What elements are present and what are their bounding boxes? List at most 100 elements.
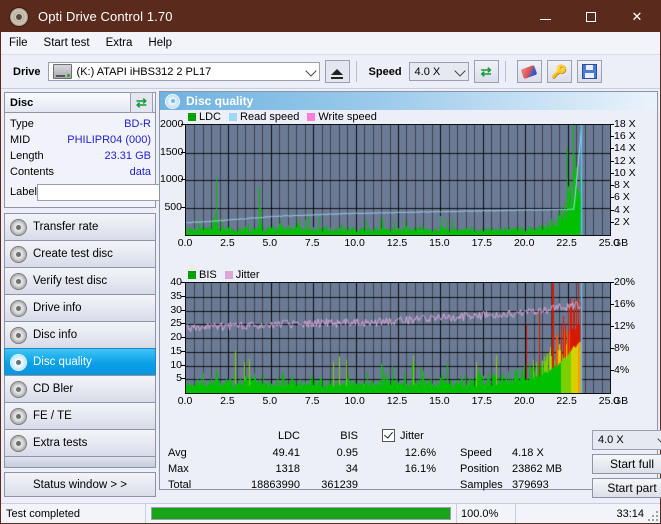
chevron-down-icon <box>453 65 466 77</box>
axis-tick <box>181 124 185 125</box>
elapsed-time: 33:14 <box>616 507 644 520</box>
position-info-label: Position <box>460 463 500 475</box>
disc-label-row: Label <box>10 181 238 203</box>
sidebar-item-verify-test-disc[interactable]: Verify test disc <box>4 267 156 295</box>
axis-tick-label: 22.5 <box>556 395 577 407</box>
disc-icon <box>11 435 26 451</box>
disc-quality-icon <box>166 94 179 108</box>
menu-item-file[interactable]: File <box>9 37 28 49</box>
jitter-checkbox[interactable] <box>382 429 395 444</box>
sidebar-item-cd-bler[interactable]: CD Bler <box>4 375 156 403</box>
eject-icon <box>331 68 344 79</box>
close-button[interactable]: ✕ <box>614 1 660 32</box>
legend-label: Read speed <box>240 111 300 123</box>
maximize-button[interactable] <box>568 1 614 32</box>
axis-tick-label: 0.0 <box>177 395 193 407</box>
axis-tick-label: 2.5 <box>220 395 235 407</box>
axis-tick-label: 14 X <box>614 142 636 155</box>
menu-bar: File Start test Extra Help <box>1 32 660 55</box>
axis-tick <box>181 323 185 325</box>
refresh-icon: ⇄ <box>480 64 492 79</box>
legend-item: LDC <box>188 111 221 123</box>
stats-total-bis: 361239 <box>321 479 358 491</box>
disc-row-type: Type BD-R <box>10 116 151 132</box>
axis-tick-label: 10.0 <box>344 237 365 249</box>
axis-tick-label: 1500 <box>160 145 184 158</box>
disc-icon <box>11 219 26 235</box>
eraser-icon <box>520 64 538 79</box>
menu-item-extra[interactable]: Extra <box>106 37 133 49</box>
sidebar-item-transfer-rate[interactable]: Transfer rate <box>4 213 156 241</box>
minimize-button[interactable] <box>522 1 568 32</box>
stats-avg-bis: 0.95 <box>336 447 358 459</box>
disc-row-value: data <box>129 166 151 178</box>
disc-quality-header: Disc quality <box>160 92 657 110</box>
axis-tick-label: 2 X <box>614 215 630 228</box>
disc-row-mid: MID PHILIPR04 (000) <box>10 132 151 148</box>
sidebar-item-disc-info[interactable]: Disc info <box>4 321 156 349</box>
sidebar-item-disc-quality[interactable]: Disc quality <box>4 348 156 376</box>
menu-item-start-test[interactable]: Start test <box>44 37 90 49</box>
key-button[interactable]: 🔑 <box>546 60 572 83</box>
axis-tick-label: 7.5 <box>304 237 320 249</box>
ldc-plot-area <box>185 124 611 236</box>
disc-row-value: BD-R <box>124 118 151 130</box>
checkbox-icon <box>382 429 395 442</box>
stats-avg-ldc: 49.41 <box>272 447 300 459</box>
axis-tick-label: GB <box>613 395 629 407</box>
save-button[interactable] <box>576 60 602 83</box>
speed-select-value: 4.0 X <box>414 65 441 78</box>
sidebar-item-fe-te[interactable]: FE / TE <box>4 402 156 430</box>
refresh-button[interactable]: ⇄ <box>473 60 499 83</box>
axis-tick-label: 1000 <box>160 173 184 185</box>
resize-grip[interactable] <box>647 510 658 521</box>
stats-area: LDC BIS Avg 49.41 0.95 Max 1318 34 Total… <box>160 428 661 503</box>
stats-total-ldc: 18863990 <box>251 479 300 491</box>
key-icon: 🔑 <box>550 64 568 79</box>
speed-info-label: Speed <box>460 447 492 459</box>
status-window-button[interactable]: Status window > > <box>4 472 156 497</box>
erase-button[interactable] <box>516 60 542 83</box>
axis-tick-label: 5.0 <box>262 237 278 249</box>
jitter-max: 16.1% <box>404 463 436 475</box>
save-icon <box>581 64 597 79</box>
disc-info-rows: Type BD-R MID PHILIPR04 (000) Length 23.… <box>5 113 238 207</box>
axis-tick-label: 12 X <box>614 154 636 167</box>
start-part-button[interactable]: Start part <box>592 478 661 498</box>
content-area: Disc quality LDC Read speed Write speed 50… <box>159 89 661 498</box>
app-disc-icon <box>10 7 28 26</box>
axis-tick <box>181 295 185 297</box>
axis-tick-label: 10 <box>170 358 182 371</box>
drive-select-value: (K:) ATAPI iHBS312 2 PL17 <box>76 65 212 78</box>
axis-tick-label: 17.5 <box>471 395 493 407</box>
sidebar-item-drive-info[interactable]: Drive info <box>4 294 156 322</box>
axis-tick-label: 6 X <box>614 191 630 204</box>
nav-list: Transfer rate Create test disc Verify te… <box>4 213 156 497</box>
nav-spacer <box>4 456 156 468</box>
sidebar-item-create-test-disc[interactable]: Create test disc <box>4 240 156 268</box>
test-speed-select[interactable]: 4.0 X <box>592 430 661 450</box>
disc-label-caption: Label <box>10 186 37 198</box>
window-title: Opti Drive Control 1.70 <box>38 9 173 24</box>
progress-fill <box>152 508 450 519</box>
drive-select[interactable]: (K:) ATAPI iHBS312 2 PL17 <box>47 62 320 81</box>
start-full-button[interactable]: Start full <box>592 454 661 474</box>
menu-item-help[interactable]: Help <box>148 37 172 49</box>
eject-button[interactable] <box>324 60 350 83</box>
axis-tick-label: 2.5 <box>220 237 235 249</box>
toolbar: Drive (K:) ATAPI iHBS312 2 PL17 Speed 4.… <box>1 55 660 89</box>
legend-swatch <box>307 113 316 121</box>
axis-tick-label: 7.5 <box>304 395 320 407</box>
window-controls: ✕ <box>522 1 660 32</box>
axis-tick-label: GB <box>613 237 629 249</box>
disc-row-label: Contents <box>10 166 55 178</box>
speed-select[interactable]: 4.0 X <box>408 62 469 81</box>
toolbar-divider-2 <box>504 61 506 82</box>
sidebar-item-extra-tests[interactable]: Extra tests <box>4 429 156 457</box>
disc-refresh-button[interactable]: ⇄ <box>130 92 153 113</box>
axis-tick <box>181 378 185 380</box>
stats-row-label-avg: Avg <box>168 447 187 459</box>
ldc-chart: LDC Read speed Write speed 500 1000 1500 2000… <box>160 110 657 268</box>
disc-icon <box>11 381 26 397</box>
axis-tick-label: 15.0 <box>429 237 450 249</box>
